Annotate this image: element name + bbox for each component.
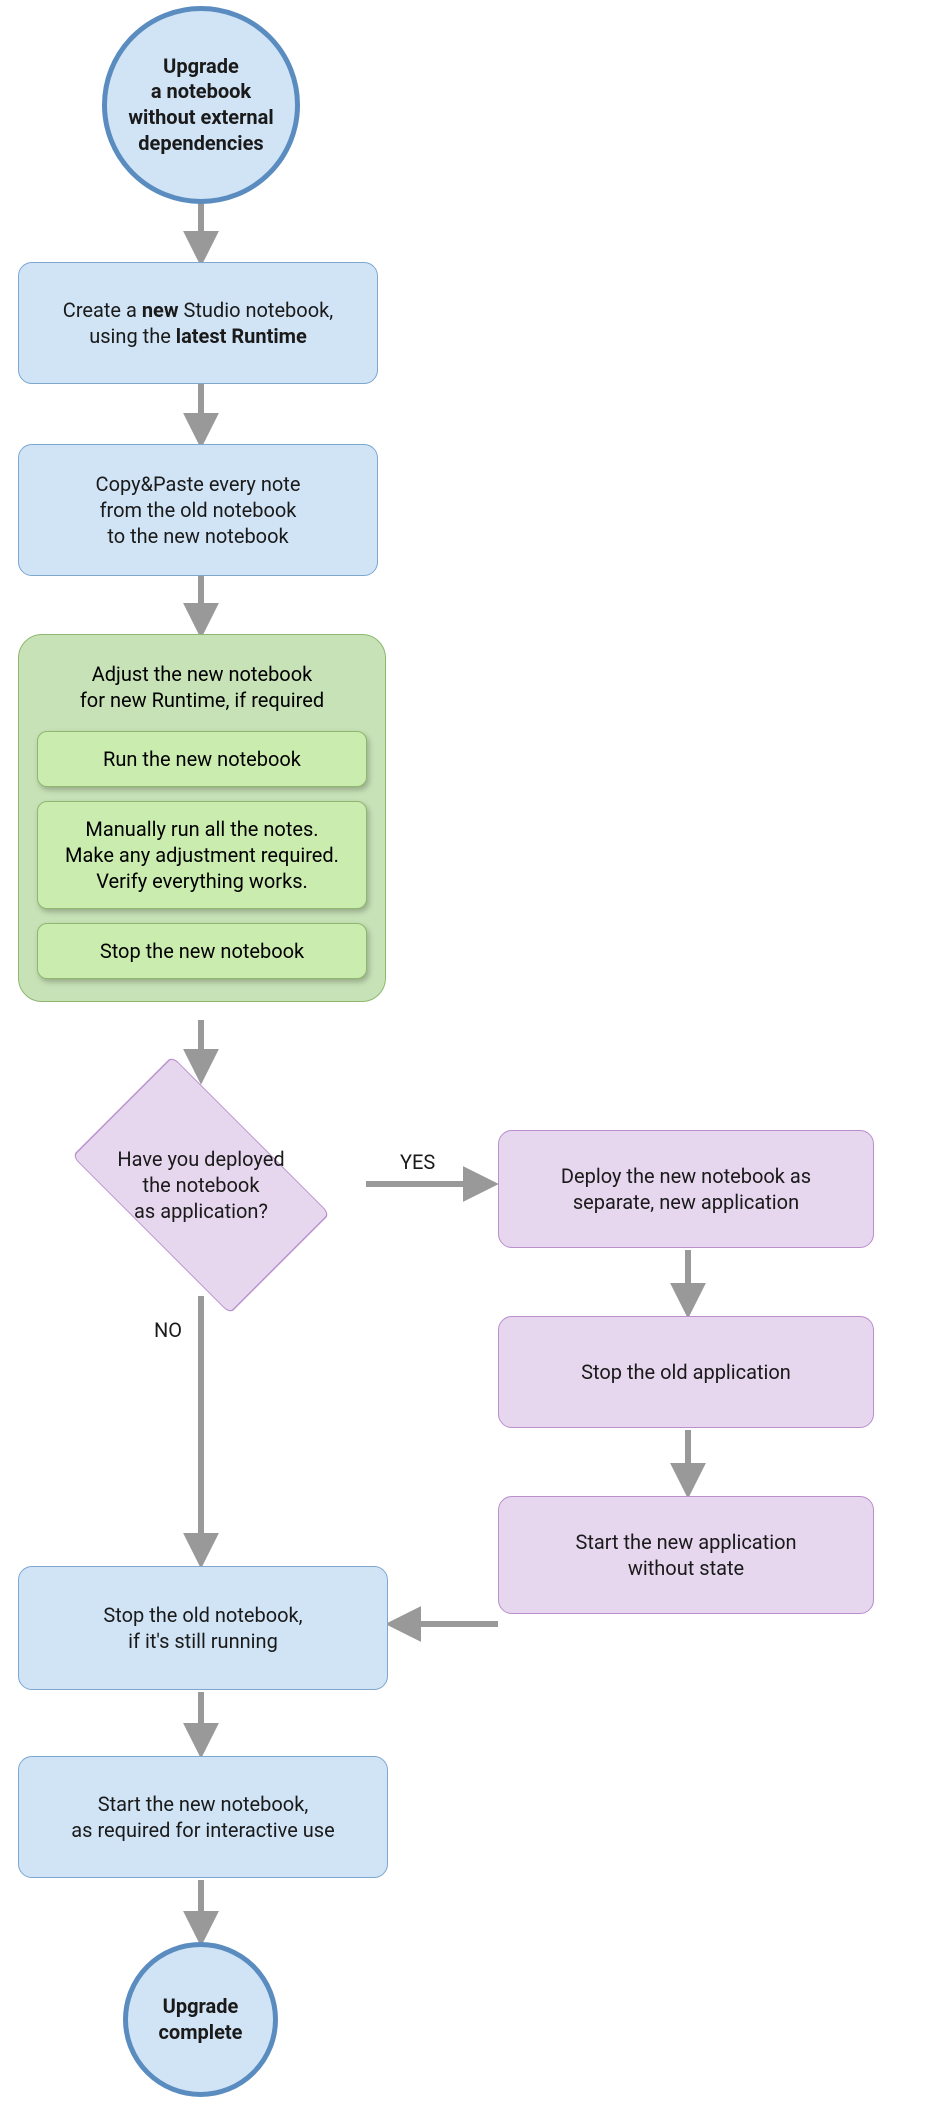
end-line1: Upgrade (163, 1994, 239, 2018)
start-new-nb-text: Start the new notebook, as required for … (39, 1791, 367, 1843)
create-bold1: new (142, 298, 179, 322)
start-new-app-node: Start the new application without state (498, 1496, 874, 1614)
start-line3: without external (128, 105, 273, 129)
adjust-sub-verify: Manually run all the notes. Make any adj… (37, 801, 367, 909)
start-line4: dependencies (138, 131, 263, 155)
start-line2: a notebook (151, 79, 251, 103)
start-line1: Upgrade (163, 54, 239, 78)
copy-line3: to the new notebook (107, 524, 288, 548)
adjust-title: Adjust the new notebook for new Runtime,… (37, 655, 367, 717)
adjust-sub2-line2: Make any adjustment required. (65, 843, 339, 867)
copy-line1: Copy&Paste every note (96, 472, 301, 496)
end-node: Upgrade complete (123, 1942, 278, 2097)
copy-paste-node: Copy&Paste every note from the old noteb… (18, 444, 378, 576)
start-new-app-line1: Start the new application (575, 1530, 796, 1554)
edge-label-no: NO (154, 1318, 182, 1342)
adjust-sub1-text: Run the new notebook (103, 747, 301, 771)
deploy-new-line2: separate, new application (573, 1190, 799, 1214)
start-new-app-line2: without state (628, 1556, 744, 1580)
copy-line2: from the old notebook (100, 498, 297, 522)
start-new-app-text: Start the new application without state (519, 1529, 853, 1581)
stop-old-nb-line2: if it's still running (128, 1629, 278, 1653)
create-bold2: latest Runtime (176, 324, 307, 348)
decision-line2: the notebook (143, 1173, 260, 1197)
adjust-sub-run: Run the new notebook (37, 731, 367, 787)
create-text: Create a new Studio notebook, using the … (39, 297, 357, 349)
start-text: Upgrade a notebook without external depe… (128, 54, 273, 156)
stop-old-notebook-node: Stop the old notebook, if it's still run… (18, 1566, 388, 1690)
deploy-new-line1: Deploy the new notebook as (561, 1164, 811, 1188)
copy-text: Copy&Paste every note from the old noteb… (39, 471, 357, 549)
end-line2: complete (159, 2020, 243, 2044)
adjust-title-line1: Adjust the new notebook (92, 662, 313, 686)
adjust-sub-stop: Stop the new notebook (37, 923, 367, 979)
stop-old-app-text: Stop the old application (519, 1359, 853, 1385)
stop-old-app-node: Stop the old application (498, 1316, 874, 1428)
adjust-sub2-line1: Manually run all the notes. (85, 817, 318, 841)
flowchart-canvas: Upgrade a notebook without external depe… (0, 0, 928, 2110)
start-new-nb-line2: as required for interactive use (71, 1818, 334, 1842)
stop-old-app-line: Stop the old application (581, 1360, 791, 1384)
edge-label-yes: YES (400, 1150, 435, 1174)
end-text: Upgrade complete (159, 1994, 243, 2045)
stop-old-nb-line1: Stop the old notebook, (103, 1603, 302, 1627)
start-new-nb-line1: Start the new notebook, (98, 1792, 309, 1816)
decision-line1: Have you deployed (117, 1147, 284, 1171)
create-pre: Create a (63, 298, 142, 322)
decision-node: Have you deployed the notebook as applic… (36, 1080, 366, 1290)
adjust-sub3-text: Stop the new notebook (100, 939, 304, 963)
start-node: Upgrade a notebook without external depe… (102, 6, 300, 204)
decision-text: Have you deployed the notebook as applic… (86, 1146, 316, 1224)
deploy-new-text: Deploy the new notebook as separate, new… (519, 1163, 853, 1215)
deploy-new-app-node: Deploy the new notebook as separate, new… (498, 1130, 874, 1248)
create-notebook-node: Create a new Studio notebook, using the … (18, 262, 378, 384)
adjust-sub2-line3: Verify everything works. (96, 869, 308, 893)
adjust-title-line2: for new Runtime, if required (80, 688, 324, 712)
decision-line3: as application? (134, 1199, 268, 1223)
adjust-group-node: Adjust the new notebook for new Runtime,… (18, 634, 386, 1002)
stop-old-nb-text: Stop the old notebook, if it's still run… (39, 1602, 367, 1654)
start-new-notebook-node: Start the new notebook, as required for … (18, 1756, 388, 1878)
